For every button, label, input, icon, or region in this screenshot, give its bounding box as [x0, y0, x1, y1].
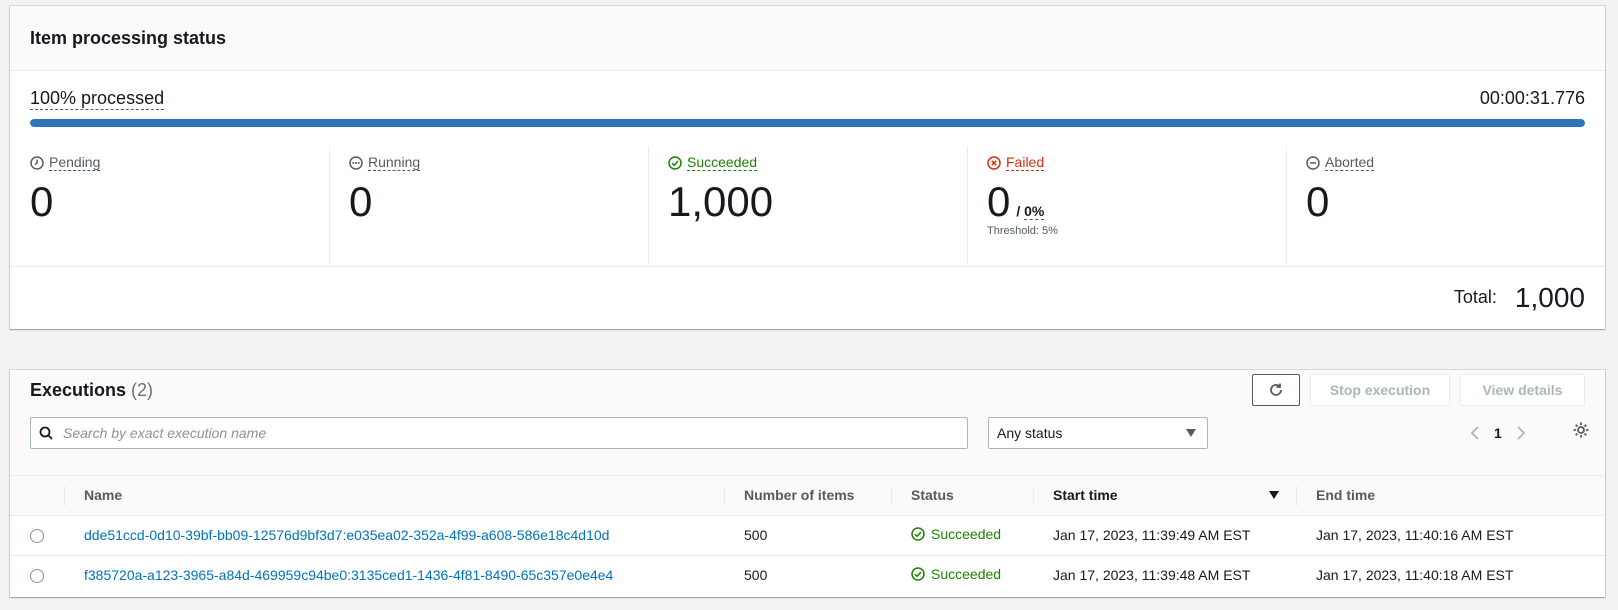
row-radio[interactable] [30, 569, 44, 584]
column-start-time-label: Start time [1053, 487, 1118, 504]
stat-running: Running 0 [329, 146, 648, 264]
refresh-icon [1270, 383, 1282, 396]
failure-threshold: Threshold: 5% [987, 224, 1058, 237]
chevron-left-icon[interactable] [1470, 425, 1480, 441]
sort-descending-icon [1269, 491, 1279, 499]
stat-aborted-text: Aborted [1325, 154, 1375, 171]
gear-icon[interactable] [1572, 421, 1590, 439]
stat-succeeded-text: Succeeded [687, 154, 758, 171]
stat-pending-label[interactable]: Pending [30, 154, 101, 171]
status-filter-select[interactable]: Any status [988, 417, 1208, 449]
execution-name-link[interactable]: f385720a-a123-3965-a84d-469959c94be0:313… [84, 567, 613, 583]
progress-bar-fill [30, 119, 1585, 127]
progress-row: 100% processed 00:00:31.776 [30, 88, 1585, 110]
status-filter-value: Any status [997, 425, 1063, 441]
status-badge: Succeeded [911, 566, 1001, 582]
progress-label[interactable]: 100% processed [30, 88, 165, 110]
total-label: Total: [1453, 287, 1497, 307]
stat-succeeded-value: 1,000 [668, 177, 774, 225]
stat-failed: Failed 0 / 0% Threshold: 5% [967, 146, 1286, 264]
stat-pending-text: Pending [49, 154, 101, 171]
stat-failed-percent-value[interactable]: 0% [1024, 202, 1045, 220]
in-progress-icon [349, 155, 363, 170]
error-icon [987, 155, 1001, 170]
table-row[interactable]: f385720a-a123-3965-a84d-469959c94be0:313… [10, 555, 1605, 595]
column-end-time: End time [1296, 476, 1605, 516]
status-panel-header: Item processing status [10, 6, 1605, 71]
stat-succeeded-label[interactable]: Succeeded [668, 154, 758, 171]
status-cell: Succeeded [891, 515, 1033, 556]
stat-pending: Pending 0 [10, 146, 329, 262]
column-status: Status [891, 476, 1033, 516]
check-circle-icon [911, 527, 925, 541]
stat-succeeded: Succeeded 1,000 [648, 146, 967, 264]
stat-aborted: Aborted 0 [1286, 146, 1605, 264]
table-row[interactable]: dde51ccd-0d10-39bf-bb09-12576d9bf3d7:e03… [10, 515, 1605, 556]
stat-pending-value: 0 [30, 177, 54, 225]
chevron-right-icon[interactable] [1516, 425, 1526, 441]
search-input[interactable] [63, 425, 943, 441]
stat-failed-value-row: 0 / 0% [987, 173, 1266, 229]
stat-failed-percent: / 0% [1016, 202, 1045, 220]
progress-bar [30, 119, 1585, 127]
column-number-of-items: Number of items [724, 476, 891, 516]
executions-count: (2) [131, 380, 154, 400]
total-row: Total: 1,000 [10, 266, 1605, 328]
executions-table: Name Number of items Status Start time E… [10, 476, 1605, 595]
refresh-button[interactable] [1252, 374, 1300, 406]
stat-aborted-value: 0 [1306, 177, 1330, 225]
status-panel-title: Item processing status [30, 27, 227, 48]
executions-header: Executions (2) Stop execution View detai… [10, 370, 1605, 476]
items-cell: 500 [724, 515, 891, 556]
stat-failed-text: Failed [1006, 154, 1045, 171]
elapsed-time: 00:00:31.776 [1479, 88, 1585, 108]
stopped-icon [1306, 155, 1320, 170]
row-select-cell [10, 555, 64, 595]
search-field[interactable] [30, 417, 968, 449]
stat-aborted-label[interactable]: Aborted [1306, 154, 1375, 171]
clock-icon [30, 155, 44, 170]
start-time-cell: Jan 17, 2023, 11:39:48 AM EST [1053, 567, 1251, 584]
executions-title: Executions (2) [30, 380, 153, 401]
executions-title-text: Executions [30, 380, 127, 400]
check-circle-icon [668, 155, 682, 170]
stat-running-label[interactable]: Running [349, 154, 421, 171]
status-cell: Succeeded [891, 555, 1033, 595]
view-details-button[interactable]: View details [1460, 374, 1585, 406]
status-text: Succeeded [931, 526, 1002, 542]
column-start-time[interactable]: Start time [1033, 476, 1296, 516]
search-icon [39, 426, 53, 440]
status-text: Succeeded [931, 566, 1002, 583]
items-cell: 500 [744, 567, 768, 584]
status-stats: Pending 0 Running 0 Succeeded 1,000 Fail… [10, 146, 1605, 264]
column-name: Name [64, 476, 724, 516]
end-time-cell: Jan 17, 2023, 11:40:16 AM EST [1296, 515, 1605, 556]
total-value: 1,000 [1514, 281, 1585, 313]
execution-name-link[interactable]: dde51ccd-0d10-39bf-bb09-12576d9bf3d7:e03… [84, 527, 609, 543]
stat-failed-value: 0 [987, 177, 1011, 225]
check-circle-icon [911, 567, 925, 581]
page-number[interactable]: 1 [1494, 425, 1502, 441]
row-select-cell [10, 515, 64, 556]
item-processing-status-panel: Item processing status 100% processed 00… [10, 6, 1605, 329]
stat-failed-separator: / [1016, 202, 1021, 219]
row-radio[interactable] [30, 529, 44, 544]
stop-execution-button[interactable]: Stop execution [1310, 374, 1450, 406]
executions-panel: Executions (2) Stop execution View detai… [10, 370, 1605, 597]
pagination: 1 [1470, 417, 1526, 449]
stat-failed-label[interactable]: Failed [987, 154, 1045, 171]
stat-running-text: Running [368, 154, 421, 171]
select-column-header [10, 476, 64, 516]
start-time-cell: Jan 17, 2023, 11:39:49 AM EST [1033, 515, 1296, 556]
stat-running-value: 0 [349, 177, 373, 225]
end-time-cell: Jan 17, 2023, 11:40:18 AM EST [1316, 567, 1514, 584]
caret-down-icon [1186, 429, 1196, 437]
table-header-row: Name Number of items Status Start time E… [10, 476, 1605, 516]
status-badge: Succeeded [911, 526, 1001, 542]
